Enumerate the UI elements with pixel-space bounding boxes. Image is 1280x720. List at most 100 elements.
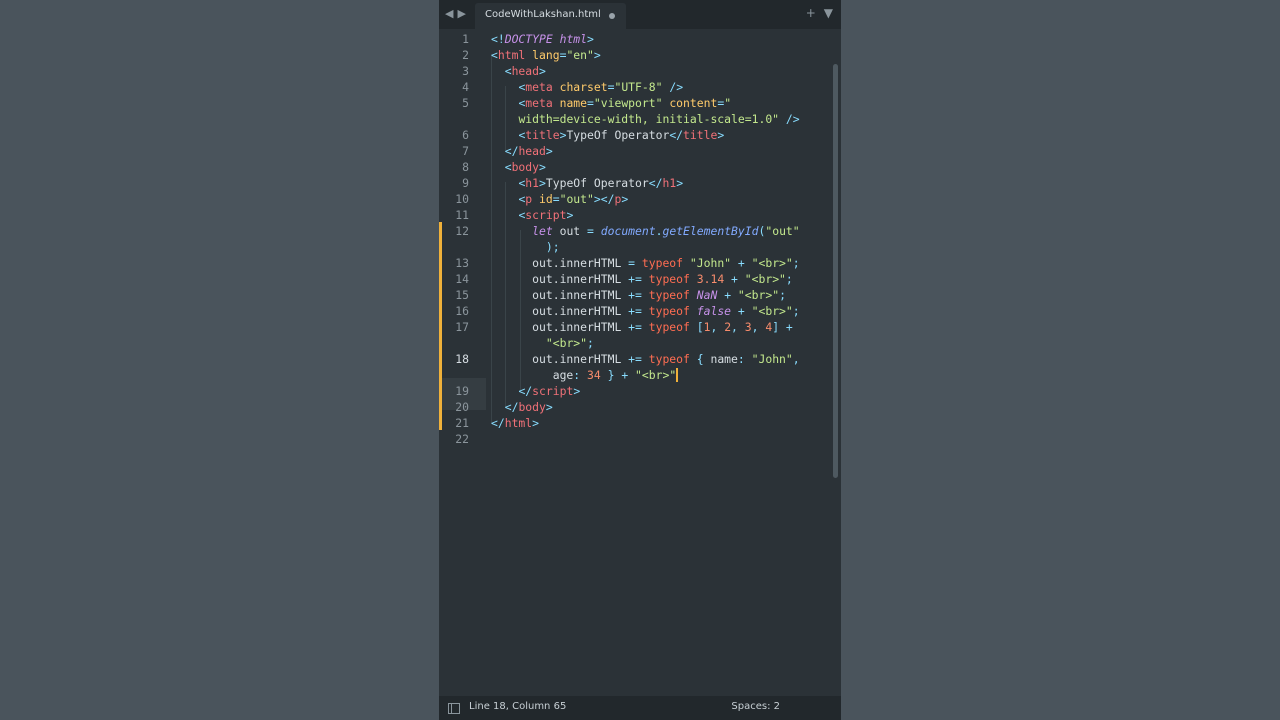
code-line[interactable]: 3 <head> <box>439 63 841 79</box>
code-token: = <box>552 192 560 206</box>
code-line[interactable]: 17 out.innerHTML += typeof [1, 2, 3, 4] … <box>439 319 841 335</box>
code-line[interactable]: 18 out.innerHTML += typeof { name: "John… <box>439 351 841 367</box>
code-token: += <box>628 352 642 366</box>
code-token: out.innerHTML <box>491 304 629 318</box>
code-token: h1 <box>525 176 540 190</box>
line-code: <p id="out"></p> <box>491 191 628 207</box>
code-line[interactable]: 7 </head> <box>439 143 841 159</box>
code-line[interactable]: 14 out.innerHTML += typeof 3.14 + "<br>"… <box>439 271 841 287</box>
code-token: meta <box>525 80 553 94</box>
code-token: "<br>" <box>737 288 780 302</box>
code-line[interactable]: 4 <meta charset="UTF-8" /> <box>439 79 841 95</box>
code-line[interactable]: 20 </body> <box>439 399 841 415</box>
code-token: += <box>628 288 642 302</box>
code-token: + <box>785 320 793 334</box>
code-line[interactable]: ); <box>439 239 841 255</box>
line-code: <meta name="viewport" content=" <box>491 95 731 111</box>
code-token: typeof <box>648 272 690 286</box>
line-number: 17 <box>455 320 469 334</box>
line-code: age: 34 } + "<br>" <box>491 367 679 383</box>
code-line[interactable]: 15 out.innerHTML += typeof NaN + "<br>"; <box>439 287 841 303</box>
code-editor[interactable]: 1 <!DOCTYPE html> 2 <html lang="en"> 3 <head… <box>439 29 841 696</box>
code-token: > <box>566 208 574 222</box>
code-token: title <box>683 128 718 142</box>
code-line[interactable]: 21 </html> <box>439 415 841 431</box>
code-token: false <box>696 304 732 318</box>
line-number: 6 <box>462 128 469 142</box>
code-token: ); <box>545 240 560 254</box>
code-line[interactable]: 12 let out = document.getElementById("ou… <box>439 223 841 239</box>
code-token: 34 <box>587 368 601 382</box>
code-line[interactable]: 5 <meta name="viewport" content=" <box>439 95 841 111</box>
code-line[interactable]: 2 <html lang="en"> <box>439 47 841 63</box>
code-token: ></ <box>593 192 615 206</box>
line-code: </html> <box>491 415 539 431</box>
line-number: 1 <box>462 32 469 46</box>
back-arrow-icon[interactable]: ◀ <box>445 7 457 20</box>
panel-toggle-icon[interactable] <box>448 703 460 714</box>
line-code: <html lang="en"> <box>491 47 601 63</box>
code-line[interactable]: 22 <box>439 431 841 447</box>
unsaved-dot-icon[interactable] <box>609 13 615 19</box>
code-token: "John" <box>689 256 732 270</box>
code-line[interactable]: "<br>"; <box>439 335 841 351</box>
code-line[interactable]: 13 out.innerHTML = typeof "John" + "<br>… <box>439 255 841 271</box>
code-token: , <box>731 320 738 334</box>
line-number: 13 <box>455 256 469 270</box>
code-token: "out" <box>765 224 800 238</box>
line-number: 7 <box>462 144 469 158</box>
tab-bar: ◀▶ CodeWithLakshan.html + ▼ <box>439 0 841 29</box>
code-token: < <box>491 48 498 62</box>
code-token: getElementById <box>662 224 759 238</box>
code-token: NaN <box>696 288 718 302</box>
chevron-down-icon[interactable]: ▼ <box>824 6 833 20</box>
code-token: lang <box>532 48 560 62</box>
code-line[interactable]: 6 <title>TypeOf Operator</title> <box>439 127 841 143</box>
code-line[interactable]: age: 34 } + "<br>" <box>439 367 841 383</box>
line-code: let out = document.getElementById("out" <box>491 223 800 239</box>
text-cursor <box>676 368 679 382</box>
code-token: "<br>" <box>744 272 786 286</box>
line-code: </script> <box>491 383 580 399</box>
code-token: html <box>497 48 526 62</box>
line-code: out.innerHTML += typeof false + "<br>"; <box>491 303 800 319</box>
code-token: > <box>539 176 546 190</box>
code-token: ; <box>792 304 800 318</box>
code-line[interactable]: 11 <script> <box>439 207 841 223</box>
indentation-setting[interactable]: Spaces: 2 <box>731 701 780 712</box>
plus-icon[interactable]: + <box>806 6 816 20</box>
cursor-position[interactable]: Line 18, Column 65 <box>469 701 566 712</box>
code-line[interactable]: 8 <body> <box>439 159 841 175</box>
line-code: <meta charset="UTF-8" /> <box>491 79 683 95</box>
code-token: ; <box>587 336 594 350</box>
code-line[interactable]: 9 <h1>TypeOf Operator</h1> <box>439 175 841 191</box>
code-line[interactable]: width=device-width, initial-scale=1.0" /… <box>439 111 841 127</box>
code-token: <! <box>491 32 505 46</box>
code-token: </ <box>669 128 684 142</box>
line-number: 2 <box>462 48 469 62</box>
code-line[interactable]: 19 </script> <box>439 383 841 399</box>
code-line[interactable]: 10 <p id="out"></p> <box>439 191 841 207</box>
file-tab[interactable]: CodeWithLakshan.html <box>475 3 626 29</box>
code-line[interactable]: 1 <!DOCTYPE html> <box>439 31 841 47</box>
code-token: , <box>792 352 800 366</box>
code-line[interactable]: 16 out.innerHTML += typeof false + "<br>… <box>439 303 841 319</box>
code-token: head <box>518 144 546 158</box>
code-token: body <box>511 160 540 174</box>
code-token: h1 <box>662 176 677 190</box>
code-token: </ <box>491 416 505 430</box>
code-token: "John" <box>751 352 793 366</box>
code-token: > <box>545 400 553 414</box>
forward-arrow-icon[interactable]: ▶ <box>457 7 469 20</box>
